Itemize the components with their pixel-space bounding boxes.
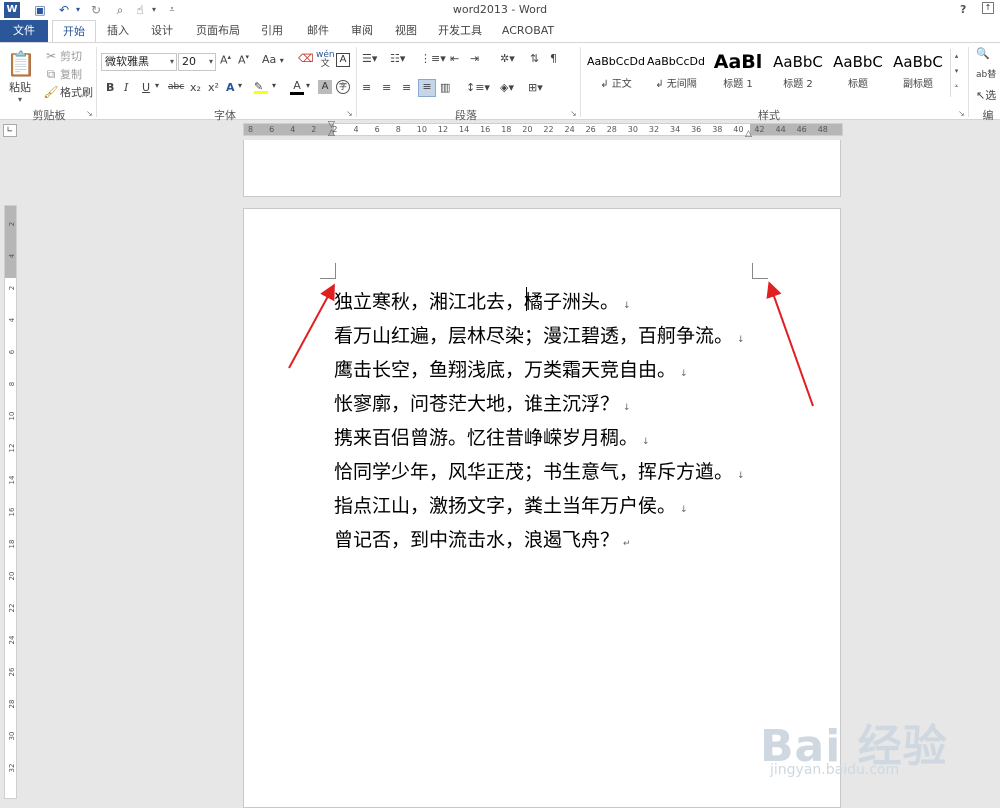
baidu-watermark: Bai 经验 jingyan.baidu.com <box>760 690 980 790</box>
left-arrow <box>288 283 335 369</box>
watermark-url: jingyan.baidu.com <box>770 762 900 778</box>
annotation-arrows <box>288 281 814 407</box>
right-arrow <box>766 281 814 407</box>
